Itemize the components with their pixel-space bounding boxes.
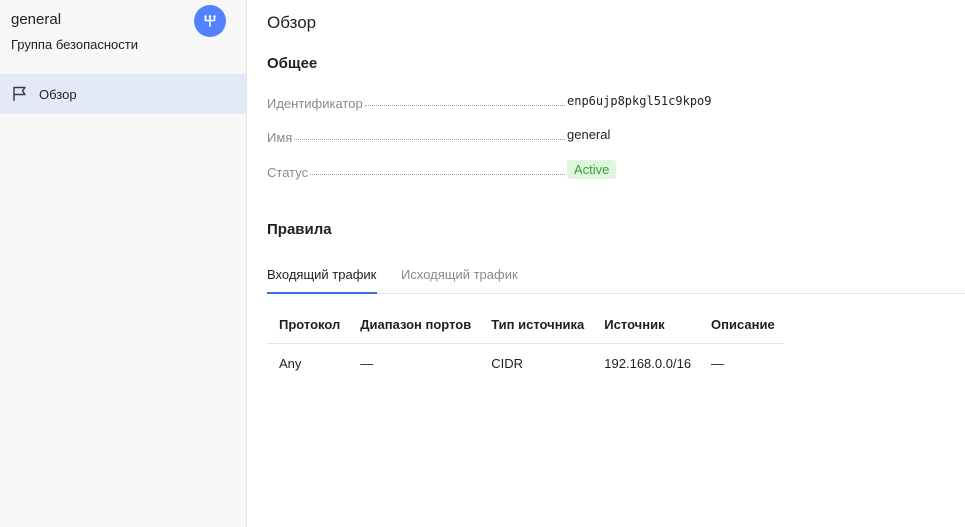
cell-protocol: Any [279,355,302,371]
rules-table: Протокол Диапазон портов Тип источника И… [267,306,783,383]
cell-description: — [711,355,725,371]
cell-source-type: CIDR [491,355,523,371]
name-value: general [567,127,611,142]
app-window: general Группа безопасности Обзор Обзор … [0,0,965,527]
column-header-port-range: Диапазон портов [348,306,480,344]
cell-source: 192.168.0.0/16 [604,355,692,371]
resource-name: general [11,11,62,28]
sidebar-item-overview[interactable]: Обзор [0,74,246,114]
column-header-description: Описание [699,306,783,344]
name-label: Имя [267,130,293,145]
tab-ingress[interactable]: Входящий трафик [267,262,377,294]
tab-egress[interactable]: Исходящий трафик [401,262,518,294]
flag-icon [11,85,29,103]
dotted-leader [294,139,565,140]
id-value[interactable]: enp6ujp8pkgl51c9kpo9 [567,94,712,108]
id-label: Идентификатор [267,96,363,111]
id-row: Идентификатор [267,91,567,111]
rules-section-title: Правила [267,221,332,238]
sidebar-item-label: Обзор [39,86,77,102]
vpc-network-icon [194,5,226,37]
table-header-row: Протокол Диапазон портов Тип источника И… [267,306,783,344]
general-section-title: Общее [267,55,318,72]
resource-type: Группа безопасности [11,37,138,52]
traffic-tabs: Входящий трафик Исходящий трафик [267,262,965,294]
column-header-source-type: Тип источника [479,306,593,344]
dotted-leader [310,174,565,175]
sidebar: general Группа безопасности Обзор [0,0,247,527]
status-label: Статус [267,165,309,180]
name-row: Имя [267,125,567,145]
column-header-protocol: Протокол [267,306,349,344]
status-badge: Active [567,160,617,179]
column-header-source: Источник [592,306,700,344]
cell-port-range: — [360,355,374,371]
status-row: Статус [267,160,567,180]
dotted-leader [364,105,565,106]
table-row[interactable]: Any — CIDR 192.168.0.0/16 — [267,343,783,383]
page-title: Обзор [267,13,317,32]
main-content: Обзор Общее Идентификатор enp6ujp8pkgl51… [247,0,965,527]
